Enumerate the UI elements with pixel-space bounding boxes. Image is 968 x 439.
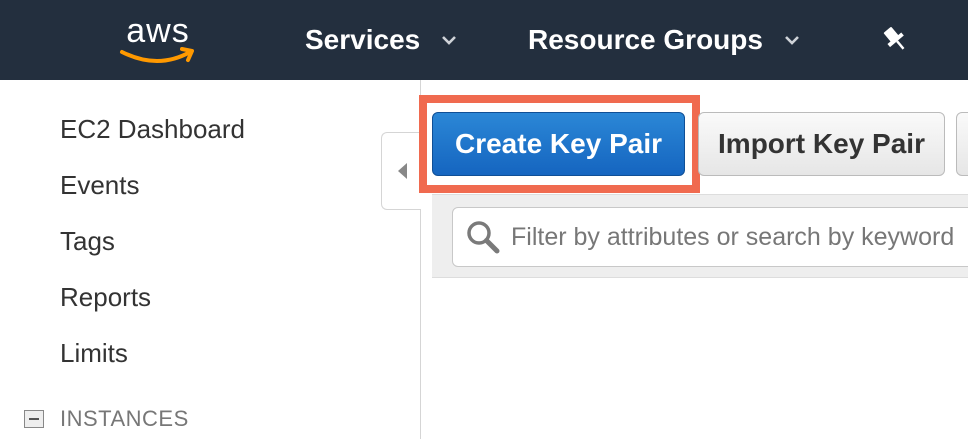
pin-icon[interactable] bbox=[880, 24, 910, 54]
chevron-down-icon bbox=[785, 36, 799, 45]
key-pairs-content-area bbox=[432, 278, 968, 439]
import-key-pair-button[interactable]: Import Key Pair bbox=[698, 112, 945, 176]
sidebar-section-label: INSTANCES bbox=[60, 406, 189, 431]
sidebar-item-ec2-dashboard[interactable]: EC2 Dashboard bbox=[60, 114, 245, 145]
top-navigation-bar: aws Services Resource Groups bbox=[0, 0, 968, 80]
sidebar: EC2 Dashboard Events Tags Reports Limits… bbox=[0, 80, 421, 439]
collapse-section-icon[interactable] bbox=[24, 410, 44, 428]
aws-smile-icon bbox=[120, 47, 194, 63]
caret-left-icon bbox=[397, 163, 407, 179]
chevron-down-icon bbox=[442, 36, 457, 45]
search-icon bbox=[467, 221, 500, 254]
sidebar-item-events[interactable]: Events bbox=[60, 170, 140, 201]
highlight-box bbox=[419, 95, 700, 193]
more-actions-button[interactable] bbox=[956, 112, 968, 176]
sidebar-item-limits[interactable]: Limits bbox=[60, 338, 128, 369]
resource-groups-menu-label: Resource Groups bbox=[528, 24, 763, 55]
aws-logo-text: aws bbox=[126, 12, 190, 50]
sidebar-item-tags[interactable]: Tags bbox=[60, 226, 115, 257]
services-menu[interactable]: Services bbox=[305, 20, 457, 60]
search-box bbox=[452, 207, 968, 267]
sidebar-section-instances: INSTANCES bbox=[24, 406, 189, 432]
sidebar-item-reports[interactable]: Reports bbox=[60, 282, 151, 313]
services-menu-label: Services bbox=[305, 24, 421, 55]
aws-logo[interactable]: aws bbox=[112, 12, 204, 68]
collapse-sidebar-button[interactable] bbox=[381, 132, 421, 210]
search-input[interactable] bbox=[511, 222, 968, 252]
resource-groups-menu[interactable]: Resource Groups bbox=[528, 20, 799, 60]
